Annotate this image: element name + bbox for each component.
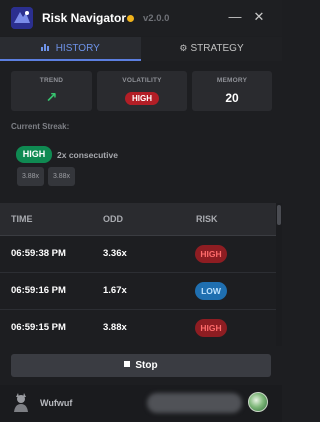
header-time: TIME: [11, 214, 33, 224]
row-time: 06:59:38 PM: [11, 248, 66, 259]
app-title: Risk Navigator: [42, 11, 127, 25]
redacted-field: [147, 393, 242, 413]
trend-up-icon: ↗: [45, 89, 58, 105]
volatility-card: VOLATILITY HIGH: [97, 71, 187, 111]
status-dot: [127, 15, 134, 22]
app-logo-icon: [11, 7, 33, 29]
streak-chip: 3.88x: [48, 167, 75, 186]
table-scrollbar[interactable]: [276, 203, 282, 346]
risk-badge: LOW: [195, 282, 227, 300]
trend-label: TREND: [39, 77, 64, 84]
risk-badge: HIGH: [195, 245, 227, 263]
memory-value: 20: [225, 91, 239, 105]
row-odd: 3.36x: [103, 248, 127, 259]
scroll-thumb[interactable]: [277, 205, 281, 225]
tab-history[interactable]: HISTORY: [0, 37, 141, 61]
tab-strategy[interactable]: ⚙ STRATEGY: [141, 37, 282, 61]
volatility-label: VOLATILITY: [122, 77, 162, 84]
close-button[interactable]: ✕: [252, 9, 266, 25]
user-avatar-icon: [12, 393, 30, 413]
row-odd: 3.88x: [103, 322, 127, 333]
footer: Wufwuf: [0, 385, 282, 422]
tab-strategy-label: STRATEGY: [190, 43, 244, 54]
tab-history-label: HISTORY: [55, 43, 100, 54]
table-header: TIME ODD RISK: [0, 203, 276, 236]
username: Wufwuf: [40, 398, 73, 408]
app-version: v2.0.0: [143, 13, 170, 24]
stop-label: Stop: [135, 360, 158, 371]
streak-title: Current Streak:: [11, 122, 70, 131]
streak-badge: HIGH: [16, 146, 52, 163]
streak-chip: 3.88x: [17, 167, 44, 186]
header-odd: ODD: [103, 214, 123, 224]
gear-icon: ⚙: [179, 43, 188, 53]
tab-bar: HISTORY ⚙ STRATEGY: [0, 37, 282, 61]
title-bar: Risk Navigator v2.0.0 — ✕: [0, 0, 282, 36]
volatility-badge: HIGH: [125, 92, 159, 105]
row-odd: 1.67x: [103, 285, 127, 296]
bar-chart-icon: [41, 43, 53, 53]
risk-badge: HIGH: [195, 319, 227, 337]
table-row: 06:59:16 PM 1.67x LOW: [0, 273, 276, 310]
minimize-button[interactable]: —: [228, 9, 242, 25]
stop-button[interactable]: Stop: [11, 354, 271, 377]
streak-count: 2x consecutive: [57, 150, 118, 160]
header-risk: RISK: [196, 214, 218, 224]
table-row: 06:59:38 PM 3.36x HIGH: [0, 236, 276, 273]
history-table: TIME ODD RISK 06:59:38 PM 3.36x HIGH 06:…: [0, 203, 276, 346]
memory-label: MEMORY: [216, 77, 248, 84]
stop-icon: [124, 361, 131, 367]
memory-card: MEMORY 20: [192, 71, 272, 111]
profile-icon[interactable]: [248, 392, 268, 412]
table-row: 06:59:15 PM 3.88x HIGH: [0, 310, 276, 346]
row-time: 06:59:16 PM: [11, 285, 66, 296]
row-time: 06:59:15 PM: [11, 322, 66, 333]
trend-card: TREND ↗: [11, 71, 92, 111]
